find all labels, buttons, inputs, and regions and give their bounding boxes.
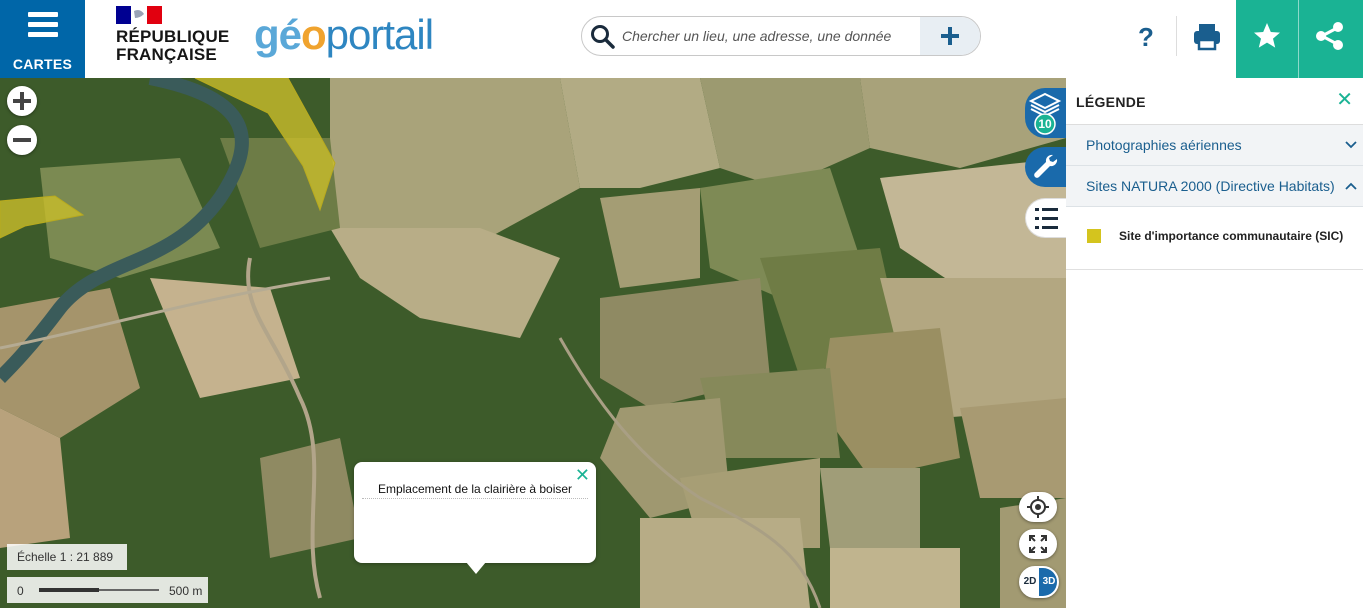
legend-section-label: Photographies aériennes (1086, 137, 1242, 153)
chevron-down-icon (1345, 141, 1357, 149)
zoom-in-button[interactable] (7, 86, 37, 116)
brand-o-part: o (301, 11, 327, 58)
legend-tab[interactable] (1025, 198, 1066, 238)
legend-item-label: Site d'importance communautaire (SIC) (1119, 229, 1344, 243)
marianne-flag-icon (116, 6, 162, 24)
favorites-button[interactable] (1236, 0, 1298, 78)
advanced-search-button[interactable] (920, 17, 980, 55)
menu-button-label: CARTES (12, 56, 73, 72)
search-icon[interactable] (590, 24, 616, 50)
close-icon[interactable]: ✕ (1336, 90, 1353, 110)
geoportail-logo[interactable]: géoportail (254, 11, 434, 58)
fullscreen-button[interactable] (1019, 529, 1057, 559)
minus-icon (13, 138, 31, 142)
menu-button[interactable]: CARTES (0, 0, 85, 78)
legend-title: LÉGENDE (1076, 94, 1146, 110)
legend-panel: LÉGENDE ✕ Photographies aériennes Sites … (1066, 78, 1363, 608)
expand-icon (1029, 535, 1047, 553)
republique-francaise-text: RÉPUBLIQUE FRANÇAISE (116, 28, 229, 64)
scale-line (39, 588, 159, 592)
scale-end-label: 500 m (169, 584, 203, 598)
legend-item: Site d'importance communautaire (SIC) (1066, 208, 1363, 270)
brand-geo-part: gé (254, 11, 302, 58)
view-mode-toggle[interactable]: 2D 3D (1019, 566, 1059, 598)
search-input[interactable] (622, 23, 912, 49)
feature-popup: Emplacement de la clairière à boiser ✕ (354, 462, 596, 574)
legend-section-aerial-photos[interactable]: Photographies aériennes (1066, 125, 1363, 166)
printer-icon (1194, 24, 1220, 51)
legend-header: LÉGENDE ✕ (1066, 78, 1363, 125)
wrench-icon (1034, 154, 1058, 178)
plus-icon (941, 27, 959, 45)
popup-title: Emplacement de la clairière à boiser (362, 482, 588, 499)
zoom-out-button[interactable] (7, 125, 37, 155)
tools-tab[interactable] (1025, 147, 1066, 187)
layers-count-badge: 10 (1038, 117, 1052, 131)
republic-line-1: RÉPUBLIQUE (116, 27, 230, 46)
star-icon (1254, 23, 1280, 48)
print-button[interactable] (1178, 0, 1236, 78)
list-icon (1035, 208, 1058, 229)
legend-color-swatch (1087, 229, 1101, 243)
top-bar: CARTES RÉPUBLIQUE FRANÇAISE géoportail ? (0, 0, 1363, 78)
hamburger-icon (28, 12, 58, 42)
republic-line-2: FRANÇAISE (116, 45, 217, 64)
geolocate-button[interactable] (1019, 492, 1057, 522)
popup-close-icon[interactable]: ✕ (575, 466, 590, 484)
crosshair-icon (1027, 496, 1049, 518)
header-divider (1176, 16, 1177, 56)
view-3d-option[interactable]: 3D (1039, 568, 1057, 596)
search-bar (581, 16, 981, 56)
layers-tab[interactable]: 10 (1025, 88, 1066, 138)
scale-bar: 0 500 m (7, 577, 208, 603)
view-2d-option[interactable]: 2D (1021, 568, 1039, 596)
share-button[interactable] (1298, 0, 1363, 78)
brand-portail-part: portail (325, 11, 434, 58)
map-view[interactable]: Emplacement de la clairière à boiser ✕ 2… (0, 78, 1066, 608)
legend-section-natura-2000[interactable]: Sites NATURA 2000 (Directive Habitats) (1066, 166, 1363, 207)
legend-section-label: Sites NATURA 2000 (Directive Habitats) (1086, 178, 1335, 194)
share-icon (1316, 22, 1343, 50)
scale-start-label: 0 (17, 584, 24, 598)
scale-ratio: Échelle 1 : 21 889 (7, 544, 127, 570)
plus-icon (13, 92, 31, 110)
chevron-up-icon (1345, 182, 1357, 190)
popup-pointer (466, 562, 486, 574)
help-button[interactable]: ? (1118, 0, 1174, 78)
republique-francaise-logo: RÉPUBLIQUE FRANÇAISE (116, 6, 236, 66)
